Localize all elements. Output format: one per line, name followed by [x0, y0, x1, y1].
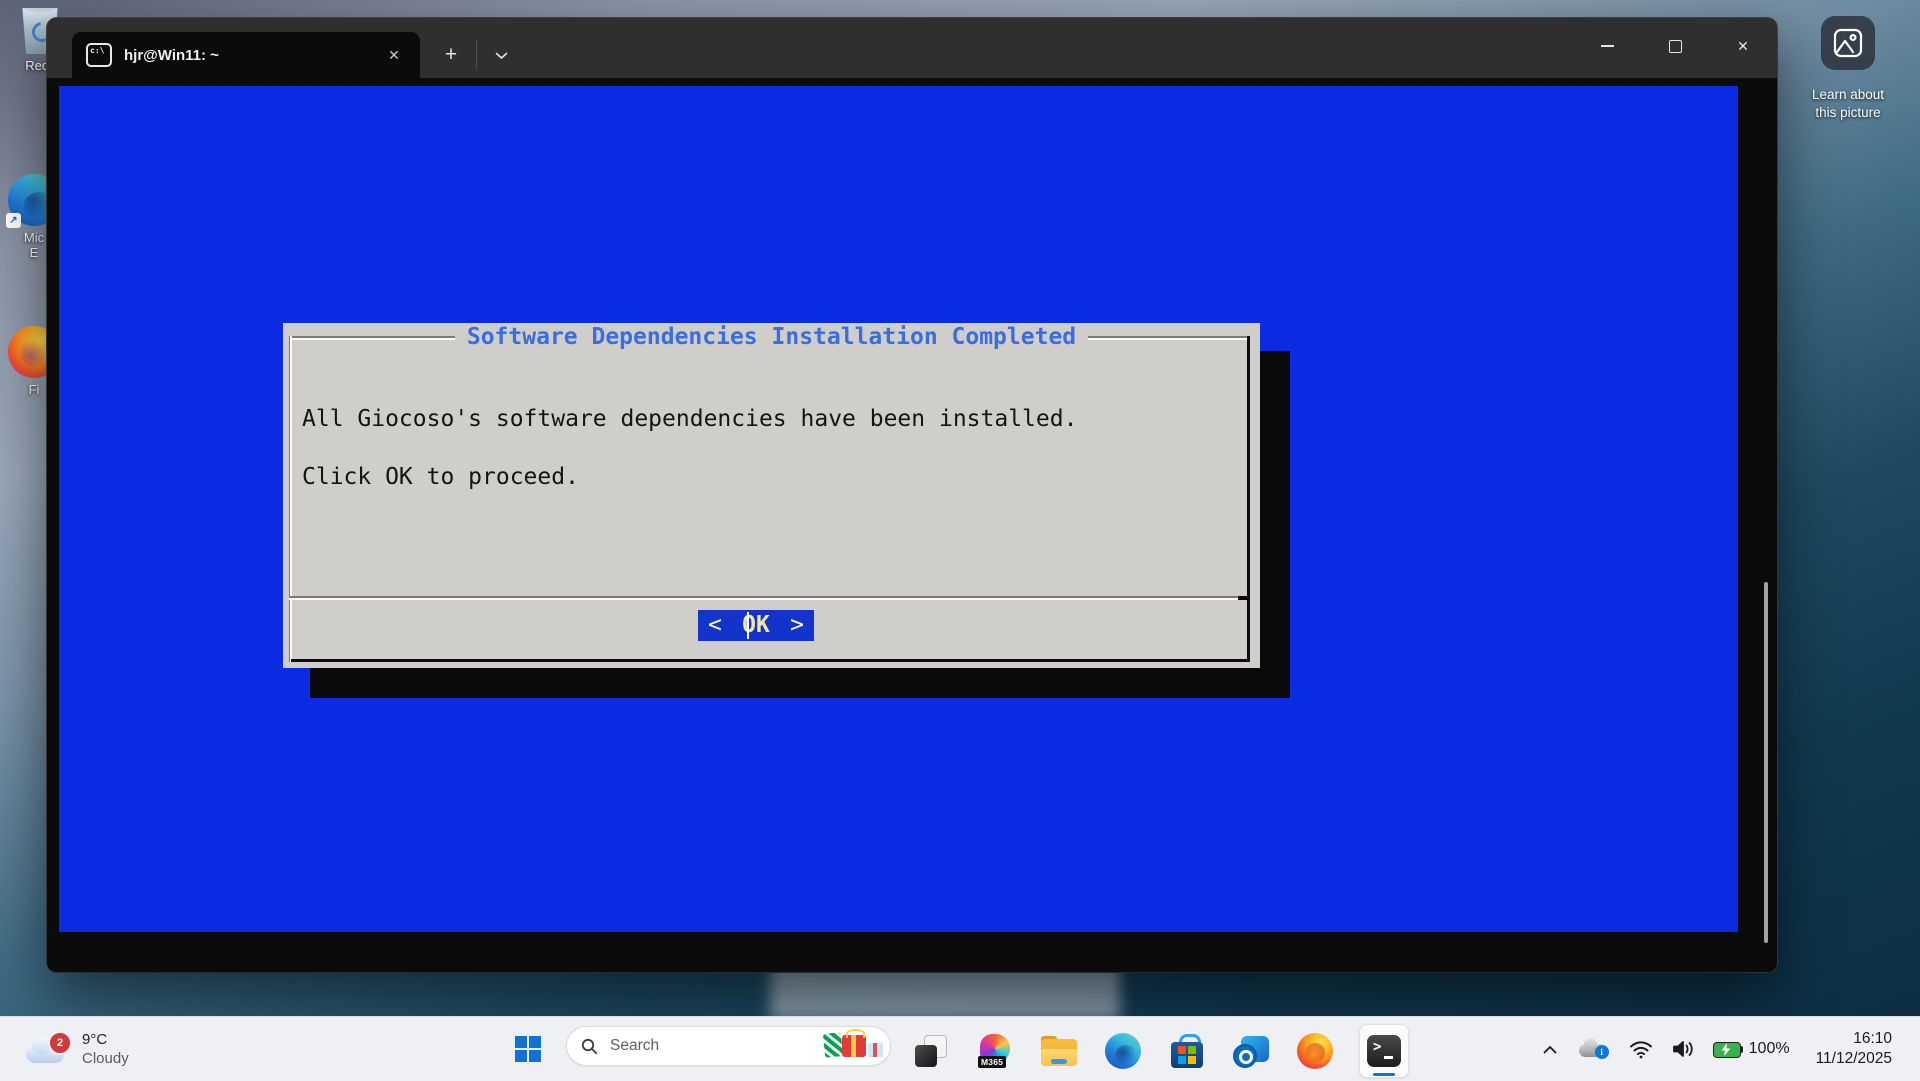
- clock[interactable]: 16:10 11/12/2025: [1816, 1029, 1892, 1069]
- terminal-scrollbar[interactable]: [1764, 582, 1768, 943]
- dialog-message-line1: All Giocoso's software dependencies have…: [302, 405, 1077, 434]
- ok-button-bracket: >: [790, 610, 804, 641]
- outlook-button[interactable]: [1231, 1029, 1271, 1073]
- m365-copilot-icon: M365: [978, 1034, 1012, 1068]
- windows-terminal-button-active[interactable]: >: [1359, 1024, 1409, 1078]
- firefox-icon: [1297, 1033, 1333, 1069]
- weather-condition: Cloudy: [82, 1049, 129, 1068]
- terminal-content: Software Dependencies Installation Compl…: [47, 78, 1777, 972]
- dialog-frame-bottom: [291, 659, 1250, 662]
- weather-temperature: 9°C: [82, 1030, 129, 1049]
- minimize-button[interactable]: [1573, 18, 1641, 74]
- tray-date: 11/12/2025: [1816, 1049, 1892, 1069]
- new-tab-button[interactable]: +: [433, 40, 469, 72]
- system-tray: i 100%: [1543, 1017, 1920, 1081]
- tray-time: 16:10: [1816, 1029, 1892, 1049]
- dialog-title: Software Dependencies Installation Compl…: [283, 325, 1260, 349]
- info-badge-icon: i: [1595, 1045, 1609, 1059]
- file-explorer-icon: [1041, 1036, 1077, 1066]
- chevron-up-icon: [1543, 1045, 1557, 1054]
- maximize-icon: [1669, 40, 1682, 53]
- terminal-icon: >: [1367, 1035, 1401, 1067]
- tab-bar-divider: [476, 40, 477, 70]
- task-view-button[interactable]: [911, 1029, 951, 1073]
- learn-about-label: Learn about: [1792, 86, 1904, 104]
- firefox-button[interactable]: [1295, 1029, 1335, 1073]
- minimize-icon: [1601, 45, 1614, 47]
- search-input[interactable]: [608, 1036, 822, 1056]
- taskbar-app-icons: M365: [911, 1023, 1409, 1079]
- terminal-tab[interactable]: c:\ hjr@Win11: ~ ✕: [72, 32, 420, 78]
- tray-overflow-button[interactable]: [1543, 1045, 1557, 1054]
- wifi-tray-icon[interactable]: [1629, 1040, 1653, 1059]
- ok-button-bracket: <: [708, 610, 722, 641]
- search-box[interactable]: [566, 1026, 891, 1066]
- shortcut-arrow-icon: ↗: [6, 213, 21, 228]
- command-prompt-icon: c:\: [86, 43, 112, 67]
- windows-logo-icon: [515, 1036, 541, 1062]
- charging-bolt-icon: [1720, 1043, 1732, 1056]
- m365-copilot-button[interactable]: M365: [975, 1029, 1015, 1073]
- dialog-frame-right: [1247, 336, 1250, 662]
- file-explorer-button[interactable]: [1039, 1029, 1079, 1073]
- text-cursor: [747, 612, 749, 639]
- task-view-icon: [914, 1034, 948, 1068]
- tab-dropdown-button[interactable]: [484, 40, 518, 72]
- cloudy-weather-icon: 2: [26, 1031, 72, 1067]
- wifi-icon: [1629, 1040, 1653, 1059]
- taskbar: 2 9°C Cloudy: [0, 1016, 1920, 1081]
- search-icon: [581, 1038, 598, 1055]
- window-controls: ✕: [1573, 18, 1777, 74]
- microsoft-store-icon: [1171, 1034, 1203, 1068]
- tab-title: hjr@Win11: ~: [124, 47, 219, 64]
- terminal-window: c:\ hjr@Win11: ~ ✕ + ✕: [47, 18, 1777, 972]
- battery-tray-icon[interactable]: [1713, 1042, 1743, 1057]
- weather-widget[interactable]: 2 9°C Cloudy: [26, 1023, 129, 1075]
- notification-badge: 2: [48, 1031, 72, 1055]
- learn-about-label: this picture: [1792, 104, 1904, 122]
- microsoft-store-button[interactable]: [1167, 1029, 1207, 1073]
- battery-percent: 100%: [1749, 1040, 1790, 1058]
- volume-tray-icon[interactable]: [1671, 1039, 1695, 1059]
- terminal-titlebar[interactable]: c:\ hjr@Win11: ~ ✕ + ✕: [47, 18, 1777, 78]
- onedrive-tray-icon[interactable]: i: [1579, 1039, 1609, 1059]
- edge-icon: [1105, 1033, 1141, 1069]
- ok-button[interactable]: < OK >: [698, 610, 814, 641]
- dialog-button-separator: [289, 596, 1250, 600]
- maximize-button[interactable]: [1641, 18, 1709, 74]
- dialog-box: Software Dependencies Installation Compl…: [283, 323, 1260, 668]
- start-button[interactable]: [508, 1031, 548, 1067]
- active-app-indicator: [1373, 1073, 1395, 1076]
- m365-badge: M365: [978, 1056, 1006, 1068]
- outlook-icon: [1233, 1034, 1269, 1068]
- holiday-gifts-icon: [822, 1029, 884, 1063]
- desktop: Recy ↗ Mic E Fi Learn about this picture…: [0, 0, 1920, 1080]
- chevron-down-icon: [495, 52, 508, 60]
- close-button[interactable]: ✕: [1709, 18, 1777, 74]
- picture-icon: [1821, 16, 1875, 70]
- dialog-frame-left: [289, 336, 292, 662]
- edge-button[interactable]: [1103, 1029, 1143, 1073]
- learn-about-picture-widget[interactable]: Learn about this picture: [1792, 16, 1904, 122]
- speaker-icon: [1671, 1039, 1695, 1059]
- tab-close-icon[interactable]: ✕: [382, 43, 406, 67]
- dialog-message-line2: Click OK to proceed.: [302, 463, 579, 492]
